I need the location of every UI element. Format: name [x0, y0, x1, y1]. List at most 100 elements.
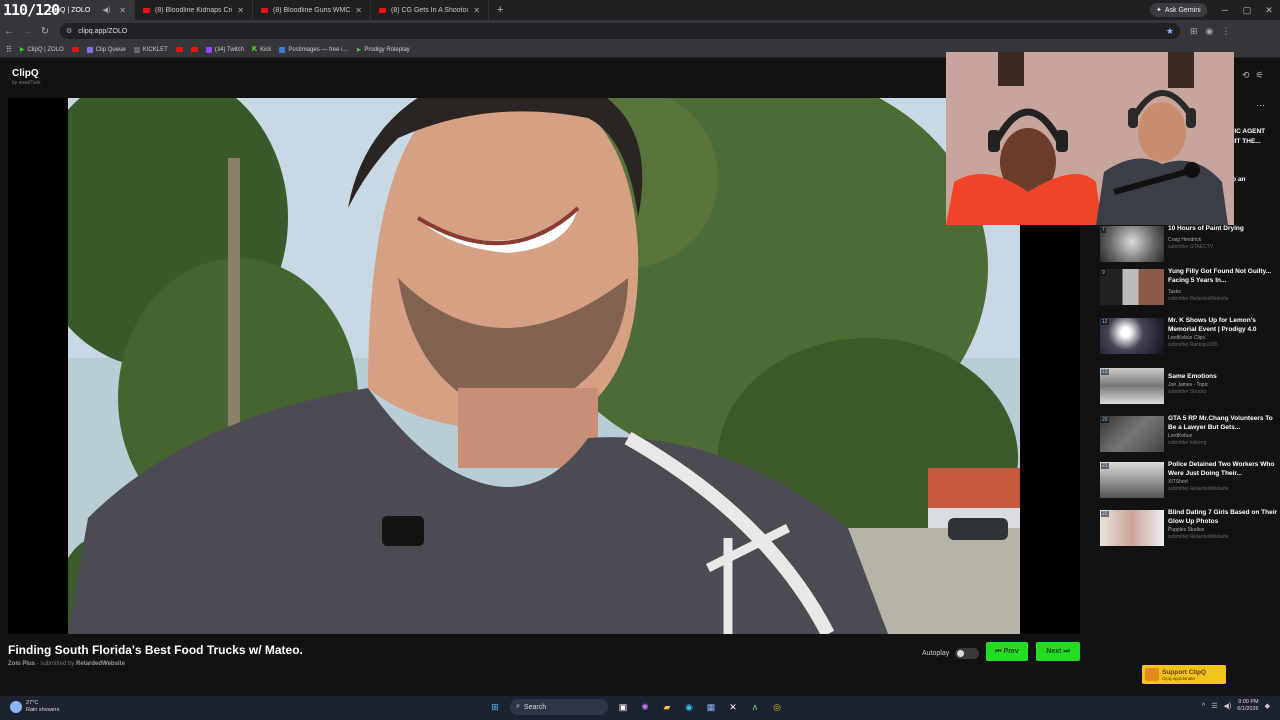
close-tab-icon[interactable]: ✕ — [473, 6, 480, 15]
address-bar-row: ← → ↻ ⚙ clipq.app/ZOLO ★ ⊞ ◉ ⋮ — [0, 20, 1280, 42]
search-label: Search — [523, 703, 547, 711]
profile-icon[interactable]: ◉ — [1206, 26, 1214, 37]
rain-cloud-icon — [10, 701, 22, 713]
forward-icon[interactable]: → — [18, 26, 36, 37]
tab-video-1[interactable]: (8) Bloodline Kidnaps Croc And... ✕ — [135, 0, 253, 20]
bookmark-youtube[interactable] — [71, 47, 79, 52]
reload-icon[interactable]: ↻ — [36, 26, 54, 37]
volume-icon[interactable]: ◀) — [1223, 702, 1231, 710]
store-icon[interactable]: ▦ — [704, 700, 718, 714]
ask-gemini-button[interactable]: ✦ Ask Gemini — [1150, 3, 1207, 17]
system-tray: ^ ☰ ◀) 9:00 PM 6/1/2026 ◆ — [1202, 699, 1270, 713]
queue-thumbnail: 9 — [1100, 269, 1164, 305]
bookmark-star-icon[interactable]: ★ — [1166, 26, 1174, 37]
queue-item[interactable]: 12 Mr. K Shows Up for Lemon's Memorial E… — [1100, 316, 1280, 360]
support-clipq-button[interactable]: Support ClipQ clipq.app/donate — [1142, 665, 1226, 684]
queue-item-title: Yung Filly Got Found Not Guilty... Facin… — [1168, 268, 1272, 284]
bookmark-clip-queue[interactable]: Clip Queue — [86, 46, 126, 53]
queue-item-channel: XITShort — [1168, 479, 1188, 485]
apps-icon[interactable]: ⠿ — [6, 45, 12, 54]
taskbar-search[interactable]: ⌕ Search — [510, 699, 608, 715]
chrome-icon[interactable]: ◎ — [770, 700, 784, 714]
queue-item[interactable]: 9 Yung Filly Got Found Not Guilty... Fac… — [1100, 267, 1280, 311]
terminal-icon[interactable]: ᴧ — [748, 700, 762, 714]
autoplay-label: Autoplay — [922, 650, 950, 657]
header-actions: ⟲ ⚟ — [1242, 70, 1264, 81]
queue-item-submitter: submitter RetardedWebsite — [1168, 534, 1229, 540]
queue-menu-icon[interactable]: ⋯ — [1256, 100, 1265, 111]
weather-widget[interactable]: 27°C Rain showers — [10, 700, 59, 714]
bookmark-postimages[interactable]: Postimages — free i... — [279, 46, 347, 53]
app-byline: by awaitTask — [12, 80, 41, 86]
tab-video-3[interactable]: (8) CG Gets In A Shootout With... ✕ — [371, 0, 489, 20]
start-icon[interactable]: ⊞ — [488, 700, 502, 714]
weather-temp: 27°C — [26, 700, 39, 706]
queue-thumbnail: 7 — [1100, 226, 1164, 262]
queue-item-title: Mr. K Shows Up for Lemon's Memorial Even… — [1168, 317, 1257, 333]
bookmark-clipq[interactable]: ▶ ClipQ | ZOLO — [20, 46, 64, 54]
queue-item[interactable]: 20 GTA 5 RP Mr.Chang Volunteers To Be a … — [1100, 414, 1280, 458]
support-title: Support ClipQ — [1162, 668, 1207, 676]
wifi-icon[interactable]: ☰ — [1211, 702, 1217, 710]
submitted-prefix: - submitted by — [36, 661, 75, 667]
speaker-icon[interactable]: ◀) — [103, 6, 111, 14]
bookmark-youtube-2[interactable] — [175, 47, 183, 52]
close-window-icon[interactable]: ✕ — [1258, 0, 1280, 20]
clock[interactable]: 9:00 PM 6/1/2026 — [1237, 699, 1258, 713]
queue-item-title: Police Detained Two Workers Who Were Jus… — [1168, 461, 1275, 477]
close-tab-icon[interactable]: ✕ — [355, 6, 362, 15]
settings-sliders-icon[interactable]: ⚟ — [1256, 70, 1264, 81]
extensions-icon[interactable]: ⊞ — [1190, 26, 1198, 37]
site-info-icon[interactable]: ⚙ — [66, 27, 72, 35]
youtube-icon — [379, 7, 386, 13]
prev-button[interactable]: ⏮ Prev — [986, 642, 1028, 661]
edge-icon[interactable]: ◉ — [682, 700, 696, 714]
submitter-name[interactable]: RetardedWebsite — [76, 661, 125, 667]
url-field[interactable]: ⚙ clipq.app/ZOLO ★ — [60, 23, 1180, 39]
clock-date: 6/1/2026 — [1237, 706, 1259, 712]
notification-icon[interactable]: ◆ — [1265, 702, 1270, 710]
weather-desc: Rain showers — [26, 707, 60, 713]
menu-icon[interactable]: ⋮ — [1221, 26, 1230, 37]
app-brand[interactable]: ClipQ — [12, 68, 39, 79]
tray-overflow-icon[interactable]: ^ — [1202, 703, 1205, 710]
video-player[interactable] — [8, 98, 1080, 634]
bookmark-prodigy[interactable]: ➤ Prodigy Roleplay — [355, 46, 409, 54]
youtube-icon — [143, 7, 150, 13]
tab-label: (8) CG Gets In A Shootout With... — [391, 6, 468, 14]
queue-thumbnail: 12 — [1100, 318, 1164, 354]
autoplay-toggle[interactable] — [955, 648, 980, 659]
copilot-icon[interactable]: ✺ — [638, 700, 652, 714]
new-tab-button[interactable]: + — [489, 4, 511, 16]
tab-video-2[interactable]: (8) Bloodline Guns WMC To Str... ✕ — [253, 0, 371, 20]
support-url: clipq.app/donate — [1162, 675, 1196, 681]
queue-item-submitter: submitter Shockz — [1168, 389, 1207, 395]
video-frame[interactable] — [68, 98, 1020, 634]
maximize-icon[interactable]: ▢ — [1236, 0, 1258, 20]
bookmark-twitch[interactable]: (34) Twitch — [205, 46, 244, 53]
queue-item[interactable]: 22 Blind Dating 7 Girls Based on Their G… — [1100, 508, 1280, 552]
queue-item-channel: Tasks — [1168, 289, 1181, 295]
task-view-icon[interactable]: ▣ — [616, 700, 630, 714]
bookmark-youtube-3[interactable] — [190, 47, 198, 52]
minimize-icon[interactable]: ─ — [1214, 0, 1236, 20]
bookmark-kick[interactable]: K Kick — [252, 46, 271, 53]
queue-item[interactable]: 21 Police Detained Two Workers Who Were … — [1100, 460, 1280, 504]
next-button[interactable]: Next ⏭ — [1036, 642, 1080, 661]
back-icon[interactable]: ← — [0, 26, 18, 37]
close-tab-icon[interactable]: ✕ — [237, 6, 244, 15]
queue-item-title: Blind Dating 7 Girls Based on Their Glow… — [1168, 509, 1278, 525]
bookmark-kicklet[interactable]: KICKLET — [133, 46, 168, 53]
close-tab-icon[interactable]: ✕ — [119, 6, 126, 15]
history-icon[interactable]: ⟲ — [1242, 70, 1250, 81]
file-explorer-icon[interactable]: ▰ — [660, 700, 674, 714]
window-controls: ─ ▢ ✕ — [1214, 0, 1280, 20]
queue-item[interactable]: 13 Same Emotions Joe James - Topic submi… — [1100, 366, 1280, 410]
video-meta: Zolo Plus - submitted by RetardedWebsite — [8, 661, 125, 667]
channel-name[interactable]: Zolo Plus — [8, 661, 35, 667]
queue-item[interactable]: 7 10 Hours of Paint Drying Craig Hendric… — [1100, 224, 1280, 268]
queue-item-submitter: submitter RetardedWebsite — [1168, 296, 1229, 302]
capcut-icon[interactable]: ✕ — [726, 700, 740, 714]
taskbar-apps: ⊞ ⌕ Search ▣ ✺ ▰ ◉ ▦ ✕ ᴧ ◎ — [488, 699, 784, 715]
clock-time: 9:00 PM — [1238, 699, 1259, 705]
